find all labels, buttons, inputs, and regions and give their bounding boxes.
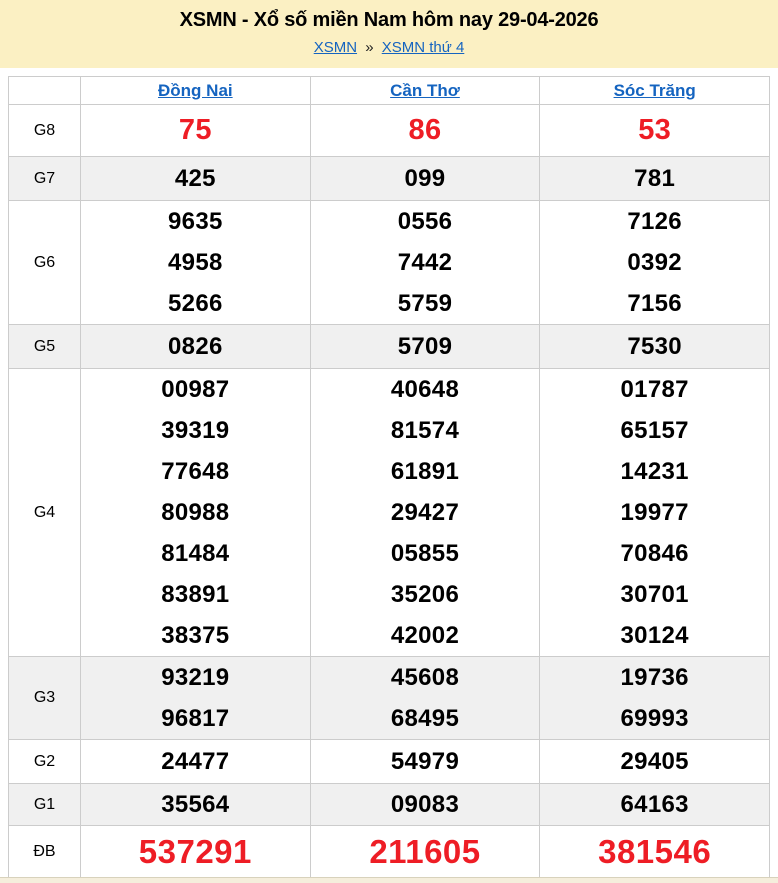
prize-row-g1: G1 35564 09083 64163 [9,784,770,826]
prize-row-g3: G3 93219 96817 45608 68495 19736 69993 [9,657,770,740]
result-number: 00987 [81,369,310,410]
breadcrumb-link-xsmn[interactable]: XSMN [314,39,357,56]
prize-row-g4: G4 00987 39319 77648 80988 81484 83891 3… [9,369,770,657]
result-number: 30124 [540,615,769,656]
result-number: 781 [540,157,769,200]
result-number: 0826 [81,325,310,368]
result-number: 30701 [540,574,769,615]
prize-row-g6: G6 9635 4958 5266 0556 7442 5759 7126 03… [9,201,770,325]
result-number: 83891 [81,574,310,615]
prize-row-g5: G5 0826 5709 7530 [9,325,770,369]
prize-label-g1: G1 [9,784,81,826]
province-header-soc-trang: Sóc Trăng [540,77,770,105]
result-number: 65157 [540,410,769,451]
result-number: 0392 [540,242,769,283]
result-number: 80988 [81,492,310,533]
results-table-container: Đồng Nai Cần Thơ Sóc Trăng G8 75 86 53 G… [8,76,770,878]
result-number: 425 [81,157,310,200]
lottery-results-table: Đồng Nai Cần Thơ Sóc Trăng G8 75 86 53 G… [8,76,770,878]
breadcrumb-link-current[interactable]: XSMN thứ 4 [382,39,465,56]
result-number: 381546 [540,826,769,877]
result-number: 61891 [311,451,540,492]
result-number: 211605 [311,826,540,877]
result-number: 19977 [540,492,769,533]
prize-label-g5: G5 [9,325,81,369]
province-header-can-tho: Cần Thơ [310,77,540,105]
result-number: 099 [311,157,540,200]
result-number: 7126 [540,201,769,242]
result-number: 5709 [311,325,540,368]
result-number: 14231 [540,451,769,492]
result-number: 9635 [81,201,310,242]
result-number: 5759 [311,283,540,324]
prize-row-g2: G2 24477 54979 29405 [9,740,770,784]
prize-label-g2: G2 [9,740,81,784]
result-number: 39319 [81,410,310,451]
breadcrumb: XSMN » XSMN thứ 4 [0,39,778,56]
page-header: XSMN - Xổ số miền Nam hôm nay 29-04-2026… [0,0,778,68]
result-number: 75 [81,105,310,156]
province-header-dong-nai: Đồng Nai [81,77,311,105]
result-number: 64163 [540,784,769,825]
result-number: 53 [540,105,769,156]
prize-label-g8: G8 [9,105,81,157]
result-number: 81484 [81,533,310,574]
result-number: 70846 [540,533,769,574]
result-number: 19736 [540,657,769,698]
result-number: 68495 [311,698,540,739]
page-title: XSMN - Xổ số miền Nam hôm nay 29-04-2026 [0,9,778,32]
next-section-strip [0,877,778,883]
result-number: 81574 [311,410,540,451]
prize-row-db: ĐB 537291 211605 381546 [9,826,770,878]
result-number: 35206 [311,574,540,615]
result-number: 38375 [81,615,310,656]
result-number: 45608 [311,657,540,698]
result-number: 96817 [81,698,310,739]
result-number: 09083 [311,784,540,825]
result-number: 7442 [311,242,540,283]
prize-label-g4: G4 [9,369,81,657]
prize-row-g7: G7 425 099 781 [9,157,770,201]
result-number: 35564 [81,784,310,825]
province-header-row: Đồng Nai Cần Thơ Sóc Trăng [9,77,770,105]
result-number: 5266 [81,283,310,324]
corner-cell [9,77,81,105]
result-number: 7156 [540,283,769,324]
province-link-dong-nai[interactable]: Đồng Nai [158,81,233,100]
result-number: 24477 [81,740,310,783]
prize-label-db: ĐB [9,826,81,878]
breadcrumb-separator: » [361,39,377,56]
result-number: 77648 [81,451,310,492]
prize-row-g8: G8 75 86 53 [9,105,770,157]
result-number: 42002 [311,615,540,656]
prize-label-g3: G3 [9,657,81,740]
result-number: 05855 [311,533,540,574]
result-number: 40648 [311,369,540,410]
result-number: 7530 [540,325,769,368]
result-number: 29405 [540,740,769,783]
result-number: 4958 [81,242,310,283]
result-number: 69993 [540,698,769,739]
result-number: 537291 [81,826,310,877]
prize-label-g7: G7 [9,157,81,201]
prize-label-g6: G6 [9,201,81,325]
result-number: 86 [311,105,540,156]
province-link-soc-trang[interactable]: Sóc Trăng [614,81,696,100]
result-number: 93219 [81,657,310,698]
province-link-can-tho[interactable]: Cần Thơ [390,81,460,100]
result-number: 01787 [540,369,769,410]
result-number: 0556 [311,201,540,242]
result-number: 54979 [311,740,540,783]
result-number: 29427 [311,492,540,533]
